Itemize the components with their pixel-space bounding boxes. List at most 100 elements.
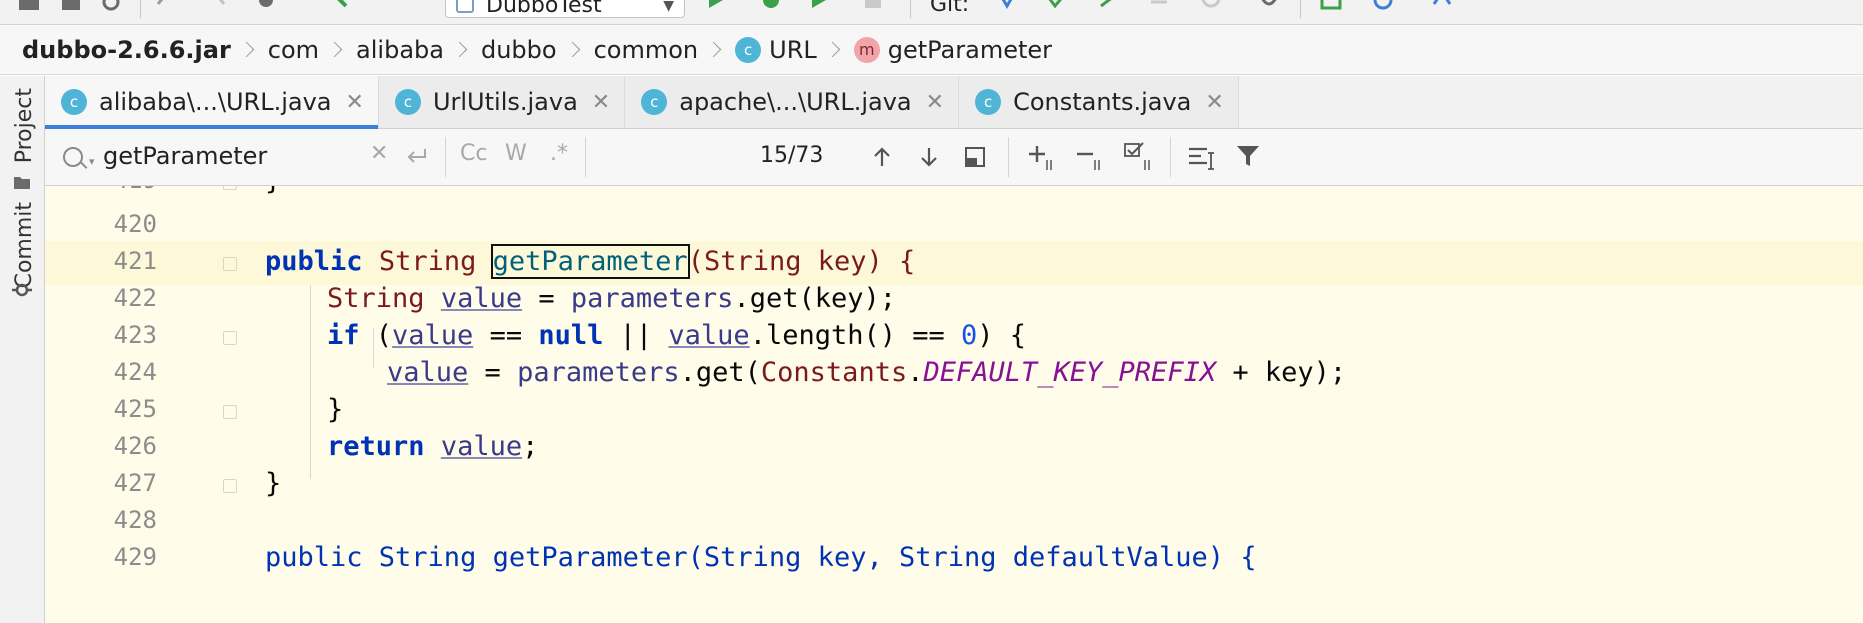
- class-icon: c: [394, 89, 421, 115]
- keyword: public: [265, 246, 363, 277]
- match-case-toggle[interactable]: Cc: [460, 141, 487, 166]
- fold-marker-icon[interactable]: [223, 405, 237, 419]
- debug-icon[interactable]: [760, 0, 782, 14]
- close-icon[interactable]: ✕: [1205, 90, 1223, 115]
- fold-marker-icon[interactable]: [223, 257, 237, 271]
- run-with-coverage-icon[interactable]: [808, 0, 830, 14]
- toolbar-separator: [1300, 0, 1301, 18]
- code-text: .: [907, 357, 924, 388]
- add-occurrence-icon[interactable]: [1027, 143, 1057, 171]
- chevron-right-icon: [238, 41, 255, 58]
- rollback-icon[interactable]: [1258, 0, 1280, 14]
- toolbar-separator: [910, 0, 911, 18]
- open-folder-icon[interactable]: [18, 0, 40, 14]
- translate-icon[interactable]: [1432, 0, 1454, 14]
- filter-icon[interactable]: [1235, 143, 1261, 169]
- line-number: 426: [113, 432, 157, 460]
- number-literal: 0: [961, 320, 978, 351]
- run-icon[interactable]: [705, 0, 727, 14]
- breadcrumb-item-method[interactable]: m getParameter: [853, 36, 1052, 64]
- fold-marker-icon[interactable]: [223, 479, 237, 493]
- close-icon[interactable]: ✕: [926, 90, 944, 115]
- code-text: .length() ==: [749, 320, 962, 351]
- git-commit-icon[interactable]: [1046, 0, 1068, 14]
- code-text: =: [522, 283, 571, 314]
- tab-apache-url-java[interactable]: c apache\...\URL.java ✕: [625, 76, 960, 128]
- code-text: ;: [522, 431, 539, 462]
- project-structure-icon[interactable]: [1320, 0, 1342, 14]
- arrow-up-icon[interactable]: [870, 145, 894, 169]
- save-icon[interactable]: [60, 0, 82, 14]
- search-icon[interactable]: [63, 147, 83, 167]
- breadcrumb: dubbo-2.6.6.jar com alibaba dubbo common…: [0, 25, 1863, 75]
- clear-search-icon[interactable]: ✕: [370, 141, 388, 166]
- run-configuration-select[interactable]: DubboTest ▼: [445, 0, 685, 18]
- close-icon[interactable]: ✕: [346, 90, 364, 115]
- tab-alibaba-url-java[interactable]: c alibaba\...\URL.java ✕: [45, 76, 379, 129]
- search-match: getParameter: [490, 244, 690, 279]
- browser-icon[interactable]: [1372, 0, 1394, 14]
- git-pull-icon[interactable]: [1148, 0, 1170, 14]
- arrow-down-icon[interactable]: [917, 145, 941, 169]
- code-text: }: [265, 468, 282, 499]
- fold-marker-icon[interactable]: [223, 186, 237, 190]
- find-separator: [585, 137, 586, 177]
- regex-toggle[interactable]: .*: [550, 141, 568, 166]
- constant: DEFAULT_KEY_PREFIX: [923, 357, 1217, 388]
- remove-occurrence-icon[interactable]: [1075, 143, 1105, 171]
- code-text: .get(key);: [733, 283, 896, 314]
- forward-icon[interactable]: [210, 0, 232, 14]
- tab-label: UrlUtils.java: [432, 88, 578, 116]
- code-text: ||: [603, 320, 669, 351]
- stop-icon[interactable]: [862, 0, 884, 14]
- editor-tab-bar: c alibaba\...\URL.java ✕ c UrlUtils.java…: [45, 76, 1863, 129]
- line-number: 425: [113, 395, 157, 423]
- back-icon[interactable]: [152, 0, 174, 14]
- main-toolbar: DubboTest ▼ Git:: [0, 0, 1863, 25]
- user-icon[interactable]: [255, 0, 277, 14]
- commit-tool-tab[interactable]: Commit: [0, 196, 44, 306]
- open-in-find-window-icon[interactable]: [1187, 145, 1217, 171]
- breadcrumb-item-url[interactable]: c URL: [735, 36, 817, 64]
- line-number: 424: [113, 358, 157, 386]
- search-history-dropdown-icon[interactable]: ▾: [89, 155, 95, 168]
- chevron-right-icon: [564, 41, 580, 58]
- tab-urlutils-java[interactable]: c UrlUtils.java ✕: [378, 76, 626, 128]
- code-editor[interactable]: 419 } 420 421 public String getParameter…: [45, 186, 1863, 623]
- class-icon: c: [641, 89, 668, 115]
- breadcrumb-item-common[interactable]: common: [594, 36, 699, 64]
- sync-icon[interactable]: [100, 0, 122, 14]
- variable: value: [392, 320, 474, 351]
- history-icon[interactable]: [1200, 0, 1222, 14]
- type-name: Constants: [760, 357, 908, 388]
- git-push-icon[interactable]: [1098, 0, 1120, 14]
- whole-words-toggle[interactable]: W: [505, 141, 527, 166]
- code-text: public String getParameter(String key) {: [265, 244, 915, 279]
- line-number: 428: [113, 506, 157, 534]
- variable: value: [440, 283, 523, 314]
- breadcrumb-item-com[interactable]: com: [268, 36, 319, 64]
- variable: parameters: [570, 283, 734, 314]
- select-all-occurrences-icon[interactable]: [963, 145, 987, 169]
- line-number: 429: [113, 543, 157, 571]
- tab-constants-java[interactable]: c Constants.java ✕: [959, 76, 1239, 128]
- tab-label: Constants.java: [1013, 88, 1192, 116]
- close-icon[interactable]: ✕: [592, 90, 610, 115]
- git-update-icon[interactable]: [996, 0, 1018, 14]
- breadcrumb-item-dubbo[interactable]: dubbo: [481, 36, 557, 64]
- project-tool-tab[interactable]: Project: [0, 76, 44, 196]
- breadcrumb-item-alibaba[interactable]: alibaba: [356, 36, 444, 64]
- code-text: + key);: [1216, 357, 1347, 388]
- toolbar-separator: [140, 0, 141, 18]
- select-all-matches-icon[interactable]: [1123, 141, 1155, 171]
- breadcrumb-item-jar[interactable]: dubbo-2.6.6.jar: [22, 36, 231, 64]
- git-label: Git:: [930, 0, 970, 17]
- variable: value: [440, 431, 523, 462]
- code-text: (: [359, 320, 393, 351]
- fold-marker-icon[interactable]: [223, 331, 237, 345]
- code-text: String value = parameters.get(key);: [327, 283, 896, 314]
- newline-icon[interactable]: [405, 147, 429, 167]
- left-tool-window-bar: Project Commit: [0, 76, 45, 623]
- build-hammer-icon[interactable]: [330, 0, 352, 14]
- code-text: }: [265, 186, 281, 196]
